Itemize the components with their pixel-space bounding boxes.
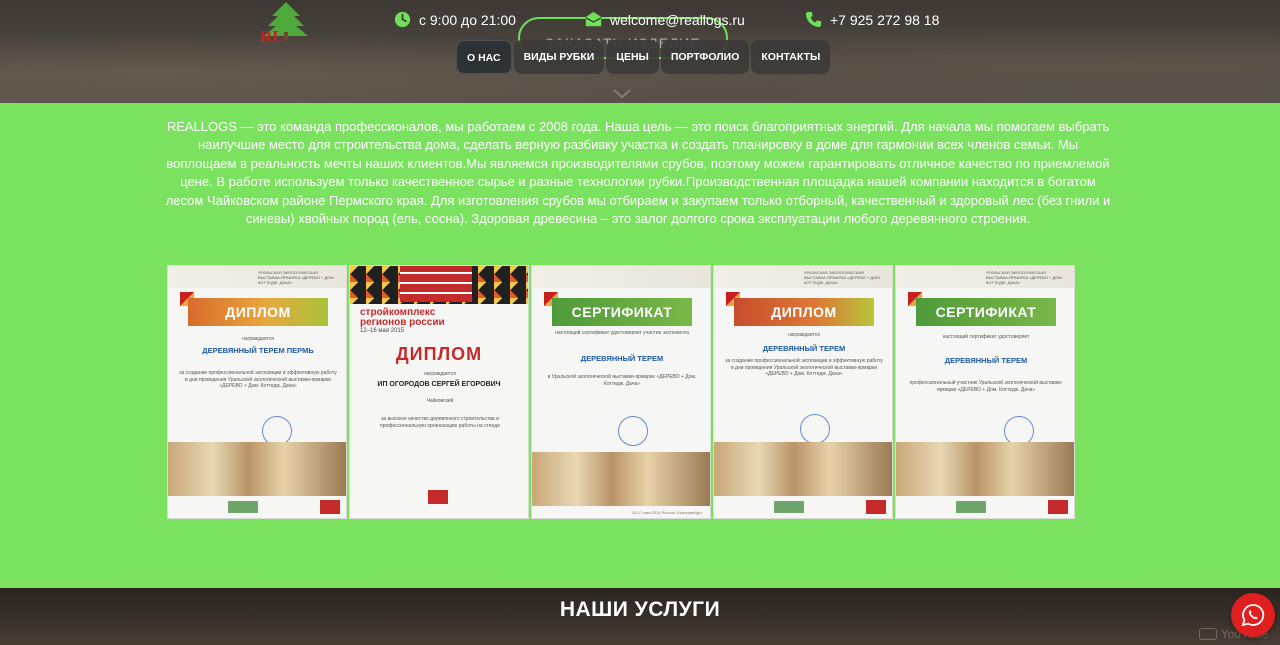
nav-item-contacts[interactable]: КОНТАКТЫ [751,40,831,74]
cert-header-stripe [532,266,710,288]
nav-item-portfolio[interactable]: ПОРТФОЛИО [660,40,750,74]
logo-text: RL [260,27,284,44]
cert-photo [714,442,892,496]
whatsapp-button[interactable] [1231,593,1275,637]
about-text: REALLOGS — это команда профессионалов, м… [165,119,1111,227]
cert-awarded: награждается [241,336,275,342]
cert-header-text: УРАЛЬСКАЯ ЭКОЛОГИЧЕСКАЯ ВЫСТАВКА-ЯРМАРКА… [804,270,881,285]
mvk-logo [1048,500,1068,514]
cert-title: ИП ОГОРОДОВ СЕРГЕЙ ЕГОРОВИЧ [377,381,501,388]
cert-body: профессиональный участник Уральской экол… [909,380,1063,393]
working-hours: с 9:00 до 21:00 [394,11,516,28]
exhibition-logo [228,501,258,513]
cert-banner: ДИПЛОМ [395,344,483,364]
services-title: НАШИ УСЛУГИ [559,598,721,621]
phone-contact[interactable]: +7 925 272 98 18 [805,11,939,28]
cert-title: ДЕРЕВЯННЫЙ ТЕРЕМ ПЕРМЬ [202,346,314,355]
site-header: RL с 9:00 до 21:00 ЗАКАЗАТЬ ИЗДЕЛИЕ welc… [0,0,1280,103]
phone-icon [805,11,822,28]
nav-item-about[interactable]: О НАС [456,40,512,74]
brick-house-icon [400,266,472,302]
certificate-card[interactable]: стройкомплекс регионов россии 12–16 мая … [349,265,529,519]
certificates-gallery: УРАЛЬСКАЯ ЭКОЛОГИЧЕСКАЯ ВЫСТАВКА-ЯРМАРКА… [167,265,1075,519]
clock-icon [394,11,411,28]
cert-city: Чайковский [426,398,454,404]
cert-body: в Уральской экологической выставке-ярмар… [547,374,697,387]
mvk-logo [866,500,886,514]
stamp-icon [618,416,648,446]
certificate-card[interactable]: УРАЛЬСКАЯ ЭКОЛОГИЧЕСКАЯ ВЫСТАВКА-ЯРМАРКА… [167,265,347,519]
nav-item-log-types[interactable]: ВИДЫ РУБКИ [513,40,605,74]
cert-title: ДЕРЕВЯННЫЙ ТЕРЕМ [944,356,1028,365]
logo[interactable]: RL [256,0,316,44]
chevron-down-icon[interactable] [612,88,632,100]
whatsapp-icon [1241,604,1265,627]
cert-body: за создание профессиональной экспозиции … [725,358,883,377]
cert-banner: ДИПЛОМ [188,298,328,326]
cert-body: за высокое качество деревянного строител… [380,416,500,429]
cert-banner: СЕРТИФИКАТ [552,298,692,326]
mvk-logo [320,500,340,514]
certificate-card[interactable]: УРАЛЬСКАЯ ЭКОЛОГИЧЕСКАЯ ВЫСТАВКА-ЯРМАРКА… [895,265,1075,519]
cert-header-text: УРАЛЬСКАЯ ЭКОЛОГИЧЕСКАЯ ВЫСТАВКА-ЯРМАРКА… [986,270,1063,285]
cert-date: 15-17 мая 2014 Россия, Екатеринбург [632,510,703,515]
cert-title: ДЕРЕВЯННЫЙ ТЕРЕМ [580,354,664,363]
cert-photo [168,442,346,496]
exhibition-logo [774,501,804,513]
main-nav: О НАС ВИДЫ РУБКИ ЦЕНЫ ПОРТФОЛИО КОНТАКТЫ [456,40,831,74]
cert-body: за создание профессиональной экспозиции … [179,370,337,389]
youtube-icon [1198,628,1217,640]
hours-text: с 9:00 до 21:00 [419,11,516,28]
certificate-card[interactable]: УРАЛЬСКАЯ ЭКОЛОГИЧЕСКАЯ ВЫСТАВКА-ЯРМАРКА… [713,265,893,519]
cert-banner: ДИПЛОМ [734,298,874,326]
cert-photo [532,452,710,506]
about-section: REALLOGS — это команда профессионалов, м… [0,103,1280,588]
cert-awarded: награждается [423,371,457,377]
cert-awarded: настоящий сертификат удостоверяет [942,334,1030,340]
cert-photo [896,442,1074,496]
cert-header-text: стройкомплекс регионов россии [360,307,445,328]
cert-title: ДЕРЕВЯННЫЙ ТЕРЕМ [762,344,846,353]
stamp-icon [800,414,830,444]
email-contact[interactable]: welcome@reallogs.ru [585,11,745,28]
cert-awarded: награждается [787,332,821,338]
cert-awarded: настоящий сертификат удостоверяет участи… [555,330,689,336]
envelope-icon [585,11,602,27]
certificate-card[interactable]: СЕРТИФИКАТ настоящий сертификат удостове… [531,265,711,519]
cert-date: 12–16 мая 2015 [360,328,405,334]
cert-header-text: УРАЛЬСКАЯ ЭКОЛОГИЧЕСКАЯ ВЫСТАВКА-ЯРМАРКА… [258,270,335,285]
cert-banner: СЕРТИФИКАТ [916,298,1056,326]
exhibition-logo [956,501,986,513]
services-section: НАШИ УСЛУГИ YouTube [0,588,1280,645]
phone-text[interactable]: +7 925 272 98 18 [830,12,939,28]
exhibition-logo [428,490,448,504]
nav-item-prices[interactable]: ЦЕНЫ [606,40,659,74]
email-text[interactable]: welcome@reallogs.ru [610,12,745,28]
